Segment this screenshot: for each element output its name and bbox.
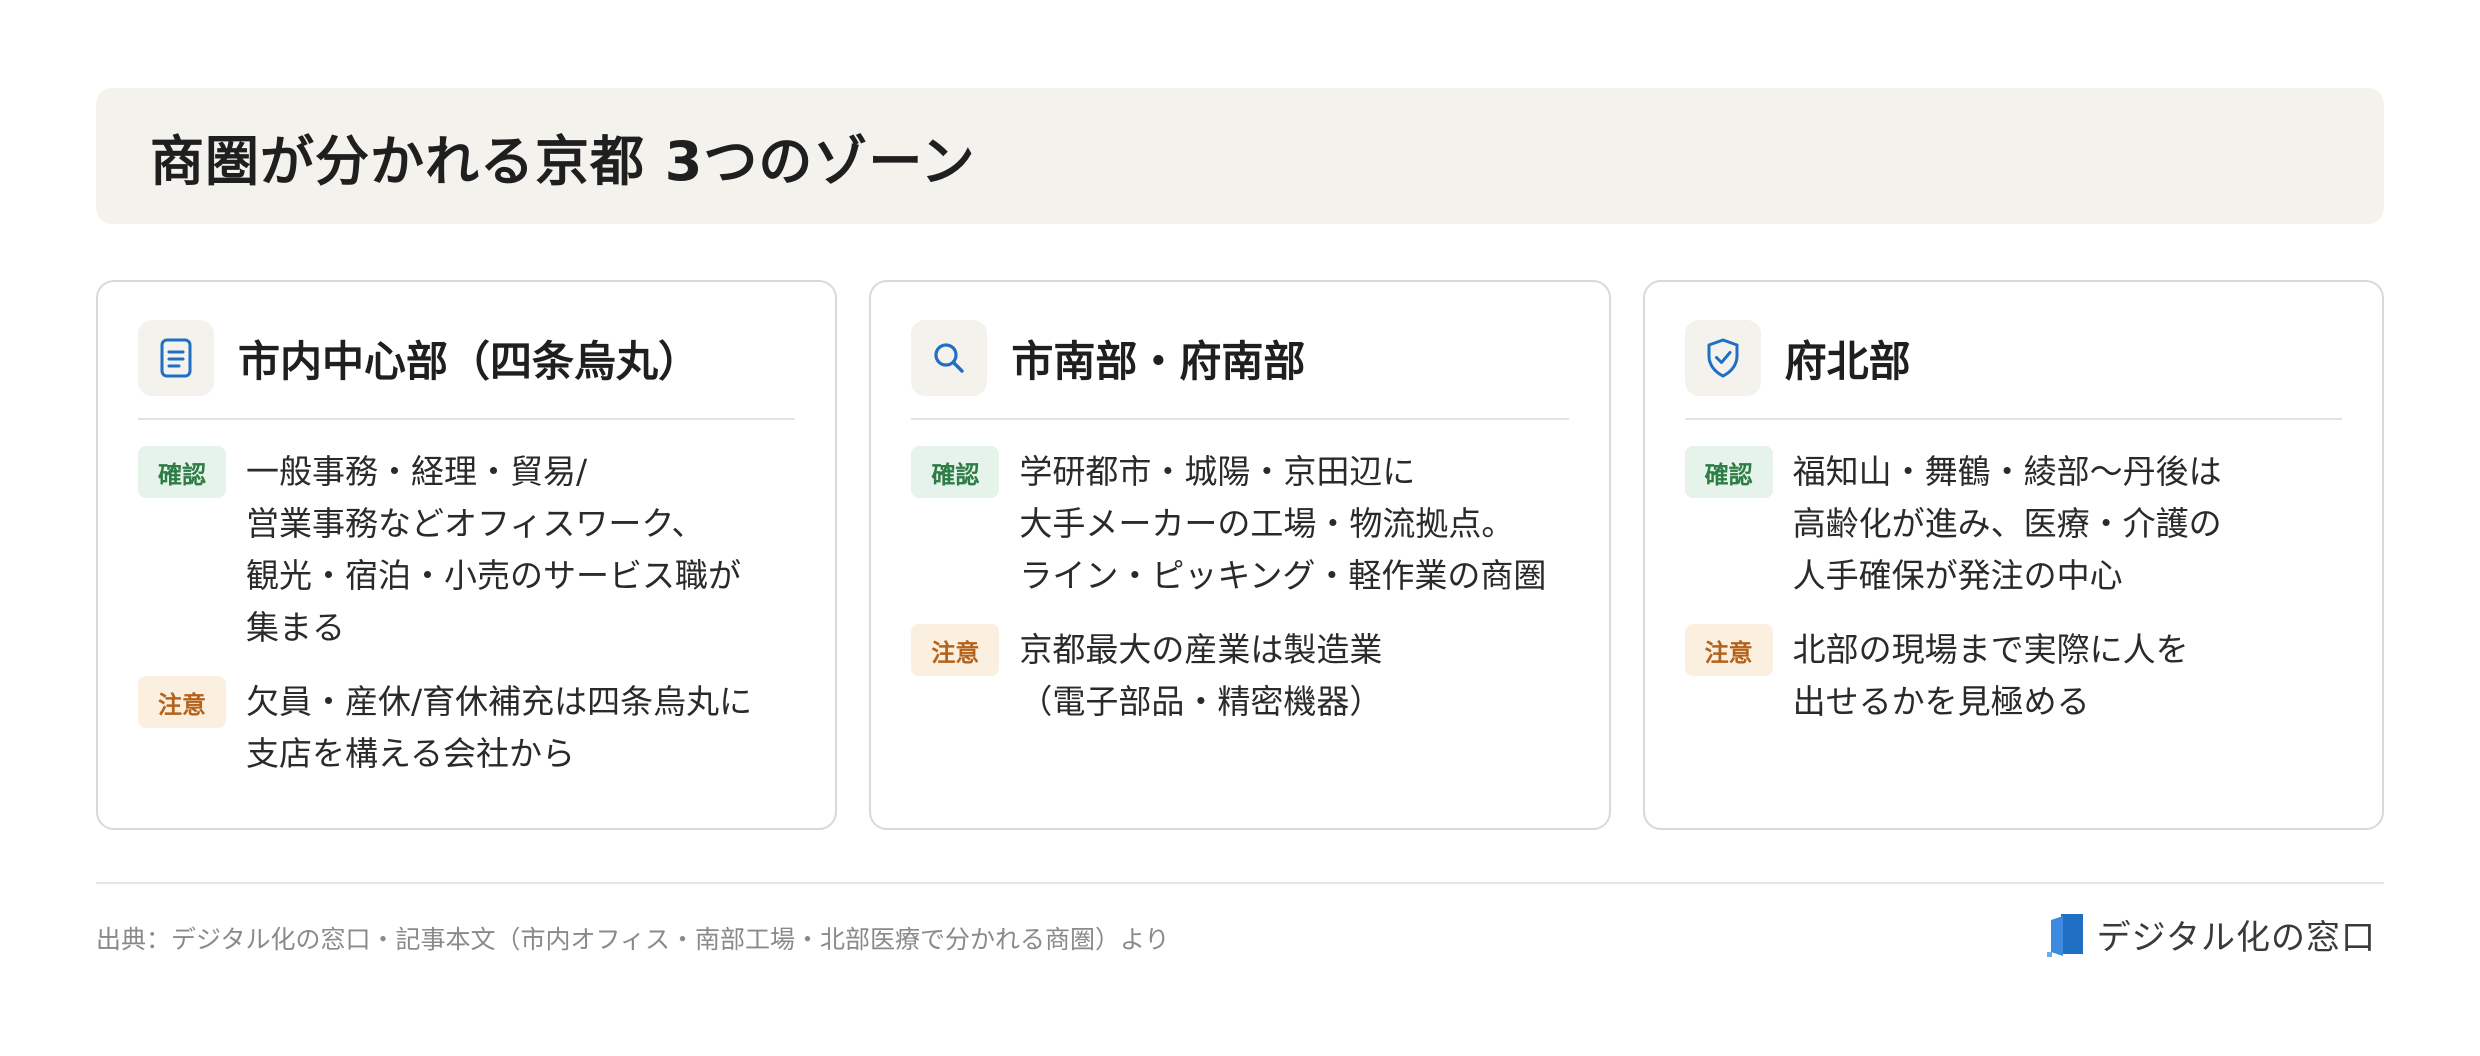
text-line: 一般事務・経理・貿易/ bbox=[246, 452, 588, 491]
zone-cards: 市内中心部（四条烏丸） 確認 一般事務・経理・貿易/ 営業事務などオフィスワーク… bbox=[96, 280, 2384, 830]
text-line: 出せるかを見極める bbox=[1792, 682, 2090, 721]
caution-text: 北部の現場まで実際に人を 出せるかを見極める bbox=[1793, 624, 2189, 728]
text-line: 欠員・産休/育休補充は四条烏丸に bbox=[246, 682, 753, 721]
card-title: 府北部 bbox=[1784, 336, 1911, 386]
caution-entry: 注意 京都最大の産業は製造業 （電子部品・精密機器） bbox=[911, 624, 1568, 728]
document-icon bbox=[138, 320, 214, 396]
brand-name: デジタル化の窓口 bbox=[2096, 918, 2376, 958]
brand-logo-icon bbox=[2046, 913, 2083, 957]
text-line: 高齢化が進み、医療・介護の bbox=[1792, 504, 2222, 543]
text-line: 大手メーカーの工場・物流拠点。 bbox=[1019, 504, 1515, 543]
card-header: 府北部 bbox=[1684, 320, 2342, 420]
card-header: 市内中心部（四条烏丸） bbox=[138, 320, 796, 420]
text-line: 福知山・舞鶴・綾部〜丹後は bbox=[1792, 452, 2222, 491]
confirm-text: 学研都市・城陽・京田辺に 大手メーカーの工場・物流拠点。 ライン・ピッキング・軽… bbox=[1019, 446, 1546, 602]
confirm-text: 福知山・舞鶴・綾部〜丹後は 高齢化が進み、医療・介護の 人手確保が発注の中心 bbox=[1793, 446, 2222, 602]
caution-text: 京都最大の産業は製造業 （電子部品・精密機器） bbox=[1019, 624, 1382, 728]
source-note: 出典：デジタル化の窓口・記事本文（市内オフィス・南部工場・北部医療で分かれる商圏… bbox=[96, 925, 1170, 954]
confirm-text: 一般事務・経理・貿易/ 営業事務などオフィスワーク、 観光・宿泊・小売のサービス… bbox=[246, 446, 741, 654]
zone-card-central: 市内中心部（四条烏丸） 確認 一般事務・経理・貿易/ 営業事務などオフィスワーク… bbox=[96, 280, 838, 830]
zone-card-north: 府北部 確認 福知山・舞鶴・綾部〜丹後は 高齢化が進み、医療・介護の 人手確保が… bbox=[1642, 280, 2384, 830]
text-line: （電子部品・精密機器） bbox=[1019, 682, 1383, 721]
text-line: 学研都市・城陽・京田辺に bbox=[1019, 452, 1416, 491]
brand: デジタル化の窓口 bbox=[2046, 910, 2376, 959]
text-line: 北部の現場まで実際に人を bbox=[1792, 630, 2189, 669]
confirm-entry: 確認 学研都市・城陽・京田辺に 大手メーカーの工場・物流拠点。 ライン・ピッキン… bbox=[911, 446, 1568, 602]
card-title: 市内中心部（四条烏丸） bbox=[238, 336, 701, 386]
text-line: 京都最大の産業は製造業 bbox=[1019, 630, 1383, 669]
shield-check-icon bbox=[1684, 320, 1761, 396]
caution-text: 欠員・産休/育休補充は四条烏丸に 支店を構える会社から bbox=[246, 676, 752, 780]
zone-card-south: 市南部・府南部 確認 学研都市・城陽・京田辺に 大手メーカーの工場・物流拠点。 … bbox=[869, 280, 1611, 830]
page-title: 商圏が分かれる京都 3つのゾーン bbox=[150, 129, 976, 193]
confirm-entry: 確認 一般事務・経理・貿易/ 営業事務などオフィスワーク、 観光・宿泊・小売のサ… bbox=[138, 446, 795, 654]
caution-entry: 注意 欠員・産休/育休補充は四条烏丸に 支店を構える会社から bbox=[138, 676, 795, 780]
text-line: 支店を構える会社から bbox=[246, 734, 576, 773]
text-line: 営業事務などオフィスワーク、 bbox=[246, 504, 705, 543]
caution-badge: 注意 bbox=[138, 676, 226, 728]
text-line: ライン・ピッキング・軽作業の商圏 bbox=[1019, 556, 1547, 595]
text-line: 人手確保が発注の中心 bbox=[1792, 556, 2123, 595]
confirm-entry: 確認 福知山・舞鶴・綾部〜丹後は 高齢化が進み、医療・介護の 人手確保が発注の中… bbox=[1684, 446, 2342, 602]
confirm-badge: 確認 bbox=[1684, 446, 1773, 498]
footer-divider bbox=[96, 882, 2384, 884]
confirm-badge: 確認 bbox=[911, 446, 1000, 498]
card-header: 市南部・府南部 bbox=[911, 320, 1569, 420]
card-title: 市南部・府南部 bbox=[1011, 336, 1306, 386]
title-banner: 商圏が分かれる京都 3つのゾーン bbox=[96, 88, 2384, 224]
caution-entry: 注意 北部の現場まで実際に人を 出せるかを見極める bbox=[1684, 624, 2342, 728]
caution-badge: 注意 bbox=[911, 624, 1000, 676]
text-line: 観光・宿泊・小売のサービス職が bbox=[246, 556, 741, 595]
confirm-badge: 確認 bbox=[138, 446, 226, 498]
caution-badge: 注意 bbox=[1684, 624, 1773, 676]
text-line: 集まる bbox=[246, 608, 345, 647]
search-icon bbox=[911, 320, 988, 396]
